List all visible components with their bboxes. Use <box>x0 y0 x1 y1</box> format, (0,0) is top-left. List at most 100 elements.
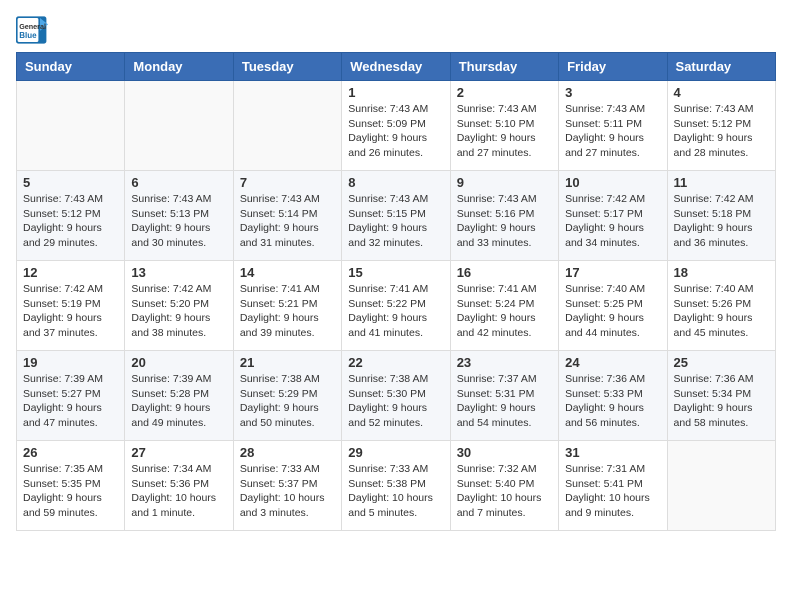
day-number: 10 <box>565 175 660 190</box>
day-number: 5 <box>23 175 118 190</box>
day-detail: Sunrise: 7:43 AMSunset: 5:11 PMDaylight:… <box>565 102 660 161</box>
day-cell: 17Sunrise: 7:40 AMSunset: 5:25 PMDayligh… <box>559 261 667 351</box>
day-number: 26 <box>23 445 118 460</box>
logo-icon: General Blue <box>16 16 48 44</box>
day-detail: Sunrise: 7:39 AMSunset: 5:27 PMDaylight:… <box>23 372 118 431</box>
day-cell: 18 Sunrise: 7:40 AMSunset: 5:26 PMDayligh… <box>667 261 775 351</box>
day-cell <box>233 81 341 171</box>
day-cell: 6 Sunrise: 7:43 AMSunset: 5:13 PMDaylight… <box>125 171 233 261</box>
day-number: 7 <box>240 175 335 190</box>
day-detail: Sunrise: 7:38 AMSunset: 5:29 PMDaylight:… <box>240 372 335 431</box>
day-detail: Sunrise: 7:43 AMSunset: 5:10 PMDaylight:… <box>457 102 552 161</box>
day-detail: Sunrise: 7:42 AMSunset: 5:19 PMDaylight:… <box>23 282 118 341</box>
day-detail: Sunrise: 7:43 AMSunset: 5:15 PMDaylight:… <box>348 192 443 251</box>
day-cell: 21Sunrise: 7:38 AMSunset: 5:29 PMDayligh… <box>233 351 341 441</box>
day-number: 14 <box>240 265 335 280</box>
day-number: 2 <box>457 85 552 100</box>
calendar-table: SundayMondayTuesdayWednesdayThursdayFrid… <box>16 52 776 531</box>
day-detail: Sunrise: 7:33 AMSunset: 5:38 PMDaylight:… <box>348 462 443 521</box>
day-cell: 24Sunrise: 7:36 AMSunset: 5:33 PMDayligh… <box>559 351 667 441</box>
header-cell-sunday: Sunday <box>17 53 125 81</box>
day-number: 28 <box>240 445 335 460</box>
week-row-5: 26 Sunrise: 7:35 AMSunset: 5:35 PMDayligh… <box>17 441 776 531</box>
day-number: 12 <box>23 265 118 280</box>
day-detail: Sunrise: 7:36 AMSunset: 5:34 PMDaylight:… <box>674 372 769 431</box>
day-number: 3 <box>565 85 660 100</box>
day-cell: 16 Sunrise: 7:41 AMSunset: 5:24 PMDayligh… <box>450 261 558 351</box>
day-detail: Sunrise: 7:37 AMSunset: 5:31 PMDaylight:… <box>457 372 552 431</box>
day-number: 18 <box>674 265 769 280</box>
header-cell-friday: Friday <box>559 53 667 81</box>
day-cell: 10Sunrise: 7:42 AMSunset: 5:17 PMDayligh… <box>559 171 667 261</box>
day-cell: 13Sunrise: 7:42 AMSunset: 5:20 PMDayligh… <box>125 261 233 351</box>
week-row-3: 12 Sunrise: 7:42 AMSunset: 5:19 PMDayligh… <box>17 261 776 351</box>
day-detail: Sunrise: 7:34 AMSunset: 5:36 PMDaylight:… <box>131 462 226 521</box>
day-detail: Sunrise: 7:41 AMSunset: 5:21 PMDaylight:… <box>240 282 335 341</box>
day-number: 24 <box>565 355 660 370</box>
week-row-1: 1 Sunrise: 7:43 AMSunset: 5:09 PMDaylight… <box>17 81 776 171</box>
header-cell-tuesday: Tuesday <box>233 53 341 81</box>
svg-text:Blue: Blue <box>19 31 37 40</box>
day-detail: Sunrise: 7:33 AMSunset: 5:37 PMDaylight:… <box>240 462 335 521</box>
day-detail: Sunrise: 7:41 AMSunset: 5:22 PMDaylight:… <box>348 282 443 341</box>
day-number: 1 <box>348 85 443 100</box>
day-detail: Sunrise: 7:43 AMSunset: 5:13 PMDaylight:… <box>131 192 226 251</box>
day-detail: Sunrise: 7:43 AMSunset: 5:12 PMDaylight:… <box>23 192 118 251</box>
day-number: 13 <box>131 265 226 280</box>
day-cell: 29Sunrise: 7:33 AMSunset: 5:38 PMDayligh… <box>342 441 450 531</box>
day-number: 30 <box>457 445 552 460</box>
header-row: SundayMondayTuesdayWednesdayThursdayFrid… <box>17 53 776 81</box>
day-cell: 23 Sunrise: 7:37 AMSunset: 5:31 PMDayligh… <box>450 351 558 441</box>
day-detail: Sunrise: 7:40 AMSunset: 5:26 PMDaylight:… <box>674 282 769 341</box>
day-number: 8 <box>348 175 443 190</box>
day-cell <box>125 81 233 171</box>
day-number: 9 <box>457 175 552 190</box>
header-cell-wednesday: Wednesday <box>342 53 450 81</box>
day-cell: 30 Sunrise: 7:32 AMSunset: 5:40 PMDayligh… <box>450 441 558 531</box>
day-cell: 8 Sunrise: 7:43 AMSunset: 5:15 PMDaylight… <box>342 171 450 261</box>
day-cell: 26 Sunrise: 7:35 AMSunset: 5:35 PMDayligh… <box>17 441 125 531</box>
day-cell: 19 Sunrise: 7:39 AMSunset: 5:27 PMDayligh… <box>17 351 125 441</box>
day-detail: Sunrise: 7:35 AMSunset: 5:35 PMDaylight:… <box>23 462 118 521</box>
day-number: 11 <box>674 175 769 190</box>
day-detail: Sunrise: 7:40 AMSunset: 5:25 PMDaylight:… <box>565 282 660 341</box>
day-cell: 20Sunrise: 7:39 AMSunset: 5:28 PMDayligh… <box>125 351 233 441</box>
day-number: 27 <box>131 445 226 460</box>
day-number: 6 <box>131 175 226 190</box>
svg-text:General: General <box>19 22 46 31</box>
day-cell: 27 Sunrise: 7:34 AMSunset: 5:36 PMDayligh… <box>125 441 233 531</box>
day-cell: 5 Sunrise: 7:43 AMSunset: 5:12 PMDaylight… <box>17 171 125 261</box>
day-cell: 9Sunrise: 7:43 AMSunset: 5:16 PMDaylight… <box>450 171 558 261</box>
day-detail: Sunrise: 7:32 AMSunset: 5:40 PMDaylight:… <box>457 462 552 521</box>
header-cell-monday: Monday <box>125 53 233 81</box>
day-number: 16 <box>457 265 552 280</box>
day-cell: 7Sunrise: 7:43 AMSunset: 5:14 PMDaylight… <box>233 171 341 261</box>
week-row-4: 19 Sunrise: 7:39 AMSunset: 5:27 PMDayligh… <box>17 351 776 441</box>
day-detail: Sunrise: 7:43 AMSunset: 5:12 PMDaylight:… <box>674 102 769 161</box>
day-detail: Sunrise: 7:38 AMSunset: 5:30 PMDaylight:… <box>348 372 443 431</box>
day-cell: 12 Sunrise: 7:42 AMSunset: 5:19 PMDayligh… <box>17 261 125 351</box>
header: General Blue <box>16 16 776 44</box>
day-number: 31 <box>565 445 660 460</box>
day-cell: 3 Sunrise: 7:43 AMSunset: 5:11 PMDaylight… <box>559 81 667 171</box>
day-cell: 25Sunrise: 7:36 AMSunset: 5:34 PMDayligh… <box>667 351 775 441</box>
week-row-2: 5 Sunrise: 7:43 AMSunset: 5:12 PMDaylight… <box>17 171 776 261</box>
day-cell: 31 Sunrise: 7:31 AMSunset: 5:41 PMDayligh… <box>559 441 667 531</box>
day-number: 4 <box>674 85 769 100</box>
day-cell: 2 Sunrise: 7:43 AMSunset: 5:10 PMDaylight… <box>450 81 558 171</box>
day-number: 22 <box>348 355 443 370</box>
day-cell: 4 Sunrise: 7:43 AMSunset: 5:12 PMDaylight… <box>667 81 775 171</box>
day-number: 23 <box>457 355 552 370</box>
day-number: 19 <box>23 355 118 370</box>
day-cell: 1 Sunrise: 7:43 AMSunset: 5:09 PMDaylight… <box>342 81 450 171</box>
day-detail: Sunrise: 7:31 AMSunset: 5:41 PMDaylight:… <box>565 462 660 521</box>
day-cell: 14 Sunrise: 7:41 AMSunset: 5:21 PMDayligh… <box>233 261 341 351</box>
day-cell <box>667 441 775 531</box>
day-detail: Sunrise: 7:43 AMSunset: 5:09 PMDaylight:… <box>348 102 443 161</box>
day-detail: Sunrise: 7:42 AMSunset: 5:18 PMDaylight:… <box>674 192 769 251</box>
day-detail: Sunrise: 7:41 AMSunset: 5:24 PMDaylight:… <box>457 282 552 341</box>
header-cell-saturday: Saturday <box>667 53 775 81</box>
day-cell: 22 Sunrise: 7:38 AMSunset: 5:30 PMDayligh… <box>342 351 450 441</box>
logo: General Blue <box>16 16 48 44</box>
day-cell: 28 Sunrise: 7:33 AMSunset: 5:37 PMDayligh… <box>233 441 341 531</box>
